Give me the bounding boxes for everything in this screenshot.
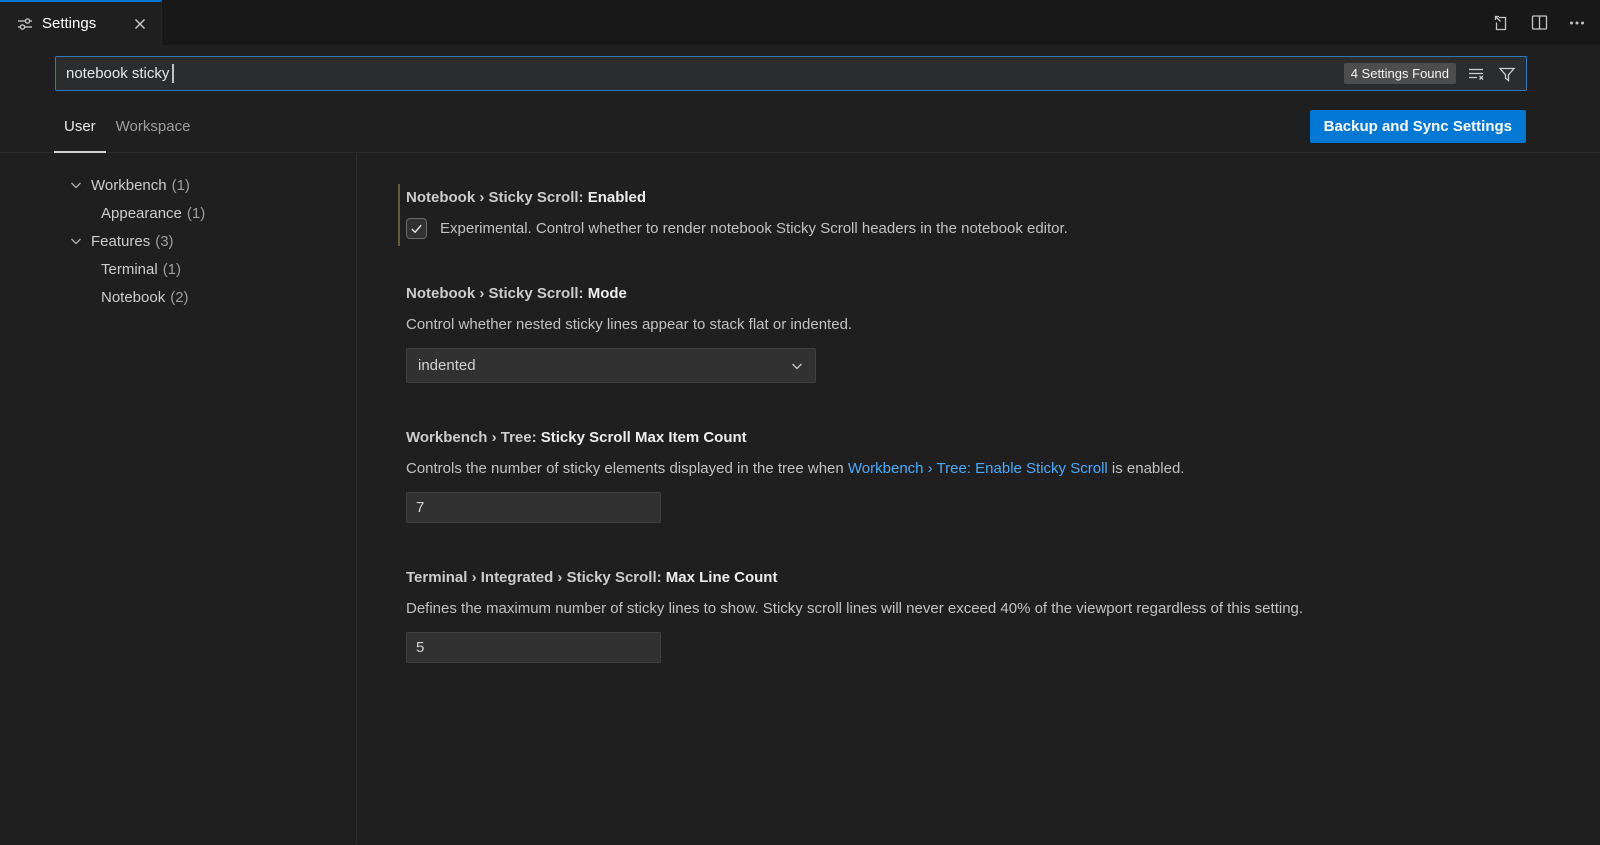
description-text: Controls the number of sticky elements d… — [406, 460, 848, 477]
toc-label: Notebook — [101, 289, 165, 306]
chevron-down-icon[interactable] — [68, 177, 84, 193]
settings-editor-body: Workbench (1) Appearance (1) Features (3… — [0, 153, 1600, 844]
setting-title: Notebook › Sticky Scroll: Mode — [406, 285, 1580, 302]
setting-category: Notebook › Sticky Scroll: — [406, 285, 584, 302]
close-tab-icon[interactable] — [129, 13, 151, 35]
settings-list: Notebook › Sticky Scroll: Enabled Experi… — [357, 153, 1600, 844]
toc-item-appearance[interactable]: Appearance (1) — [0, 199, 356, 227]
scope-tab-workspace[interactable]: Workspace — [106, 100, 201, 152]
settings-sliders-icon — [17, 16, 33, 32]
toc-item-features[interactable]: Features (3) — [0, 227, 356, 255]
settings-search-input[interactable]: notebook sticky 4 Settings Found — [55, 56, 1527, 91]
clear-search-results-icon[interactable] — [1465, 63, 1487, 85]
setting-key: Sticky Scroll Max Item Count — [541, 429, 747, 446]
select-selected-value: indented — [418, 357, 476, 374]
chevron-down-icon — [789, 358, 805, 374]
scope-tab-user[interactable]: User — [54, 100, 106, 152]
toc-label: Features — [91, 233, 150, 250]
settings-scope-row: User Workspace Backup and Sync Settings — [0, 100, 1600, 153]
setting-category: Workbench › Tree: — [406, 429, 537, 446]
toc-count: (2) — [170, 289, 188, 306]
filter-icon[interactable] — [1496, 63, 1518, 85]
search-query-text: notebook sticky — [66, 65, 169, 82]
text-cursor — [172, 64, 174, 83]
scope-tab-user-label: User — [64, 118, 96, 135]
toc-label: Terminal — [101, 261, 158, 278]
setting-description: Defines the maximum number of sticky lin… — [406, 598, 1580, 619]
backup-sync-settings-button[interactable]: Backup and Sync Settings — [1310, 110, 1526, 143]
toc-count: (3) — [155, 233, 173, 250]
setting-key: Max Line Count — [666, 569, 778, 586]
setting-key: Enabled — [588, 189, 646, 206]
mode-select-dropdown[interactable]: indented — [406, 348, 816, 383]
toc-item-workbench[interactable]: Workbench (1) — [0, 171, 356, 199]
split-editor-icon[interactable] — [1528, 12, 1550, 34]
toc-count: (1) — [187, 205, 205, 222]
checkbox-checked[interactable] — [406, 218, 427, 239]
setting-tree-sticky-scroll-max-item-count: Workbench › Tree: Sticky Scroll Max Item… — [406, 429, 1580, 523]
setting-notebook-sticky-scroll-enabled: Notebook › Sticky Scroll: Enabled Experi… — [406, 189, 1580, 239]
setting-title: Notebook › Sticky Scroll: Enabled — [406, 189, 1580, 206]
description-text: is enabled. — [1108, 460, 1185, 477]
tab-title: Settings — [42, 15, 120, 32]
setting-category: Terminal › Integrated › Sticky Scroll: — [406, 569, 662, 586]
max-item-count-input[interactable] — [406, 492, 661, 523]
setting-link[interactable]: Workbench › Tree: Enable Sticky Scroll — [848, 460, 1108, 477]
chevron-down-icon[interactable] — [68, 233, 84, 249]
scope-tab-workspace-label: Workspace — [116, 118, 191, 135]
toc-label: Appearance — [101, 205, 182, 222]
settings-toc-tree: Workbench (1) Appearance (1) Features (3… — [0, 153, 357, 844]
max-line-count-input[interactable] — [406, 632, 661, 663]
setting-category: Notebook › Sticky Scroll: — [406, 189, 584, 206]
results-count-badge: 4 Settings Found — [1344, 63, 1456, 84]
setting-title: Terminal › Integrated › Sticky Scroll: M… — [406, 569, 1580, 586]
setting-key: Mode — [588, 285, 627, 302]
toc-item-terminal[interactable]: Terminal (1) — [0, 255, 356, 283]
setting-terminal-sticky-scroll-max-line-count: Terminal › Integrated › Sticky Scroll: M… — [406, 569, 1580, 663]
editor-actions — [1490, 0, 1588, 45]
toc-count: (1) — [172, 177, 190, 194]
setting-description: Controls the number of sticky elements d… — [406, 458, 1580, 479]
setting-title: Workbench › Tree: Sticky Scroll Max Item… — [406, 429, 1580, 446]
toc-count: (1) — [163, 261, 181, 278]
search-actions: 4 Settings Found — [1344, 63, 1518, 85]
toc-label: Workbench — [91, 177, 167, 194]
setting-description: Control whether nested sticky lines appe… — [406, 314, 1580, 335]
tab-settings[interactable]: Settings — [0, 0, 162, 45]
setting-notebook-sticky-scroll-mode: Notebook › Sticky Scroll: Mode Control w… — [406, 285, 1580, 383]
setting-description: Experimental. Control whether to render … — [440, 218, 1068, 239]
settings-search-row: notebook sticky 4 Settings Found — [0, 45, 1600, 100]
toc-item-notebook[interactable]: Notebook (2) — [0, 283, 356, 311]
more-actions-icon[interactable] — [1566, 12, 1588, 34]
open-settings-json-icon[interactable] — [1490, 12, 1512, 34]
editor-tab-bar: Settings — [0, 0, 1600, 45]
